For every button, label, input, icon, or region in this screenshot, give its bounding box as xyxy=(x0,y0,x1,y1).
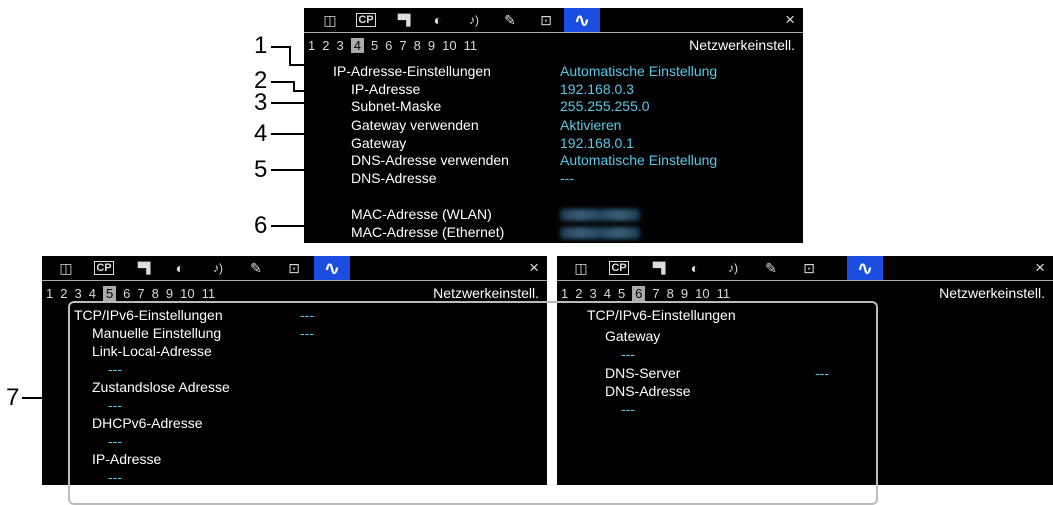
callout-3: 3 xyxy=(254,89,268,116)
callout-lines xyxy=(22,46,350,399)
callout-6: 6 xyxy=(254,212,268,239)
callout-1: 1 xyxy=(254,32,268,59)
callout-5: 5 xyxy=(254,156,268,183)
callout-7: 7 xyxy=(6,384,20,411)
callout-4: 4 xyxy=(254,120,268,147)
